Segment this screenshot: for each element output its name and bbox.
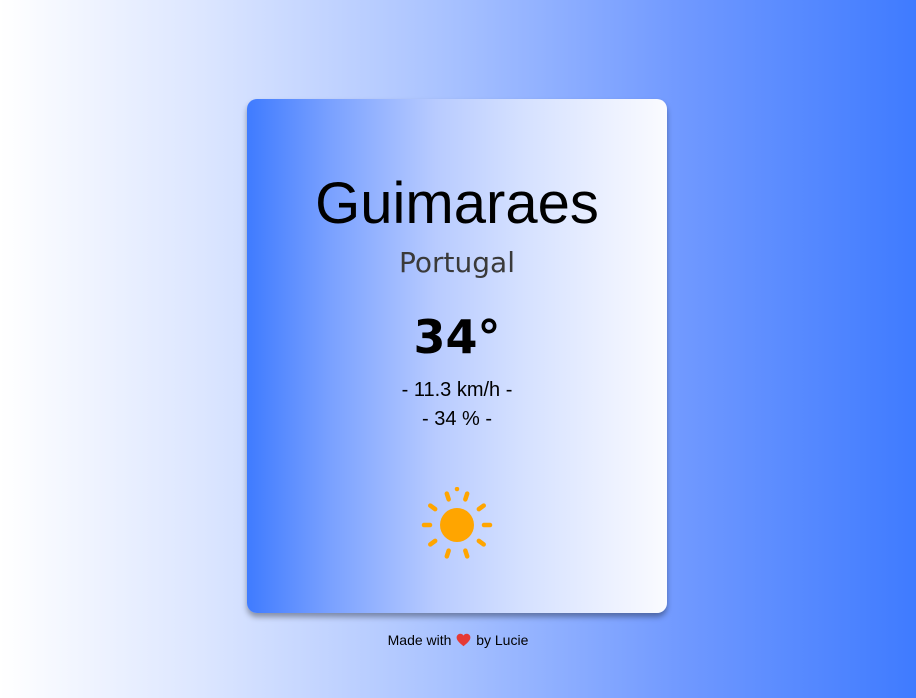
temperature: 34° xyxy=(413,310,501,364)
heart-icon xyxy=(456,633,471,647)
footer: Made with by Lucie xyxy=(0,631,916,649)
footer-prefix: Made with xyxy=(387,632,452,648)
footer-suffix: by Lucie xyxy=(476,632,529,648)
wind-speed: - 11.3 km/h - xyxy=(401,379,513,401)
weather-card: Guimaraes Portugal 34° - 11.3 km/h - - 3… xyxy=(247,99,667,613)
country-name: Portugal xyxy=(399,246,515,279)
sun-icon xyxy=(419,486,495,563)
humidity: - 34 % - xyxy=(421,408,493,430)
city-name: Guimaraes xyxy=(315,171,599,236)
